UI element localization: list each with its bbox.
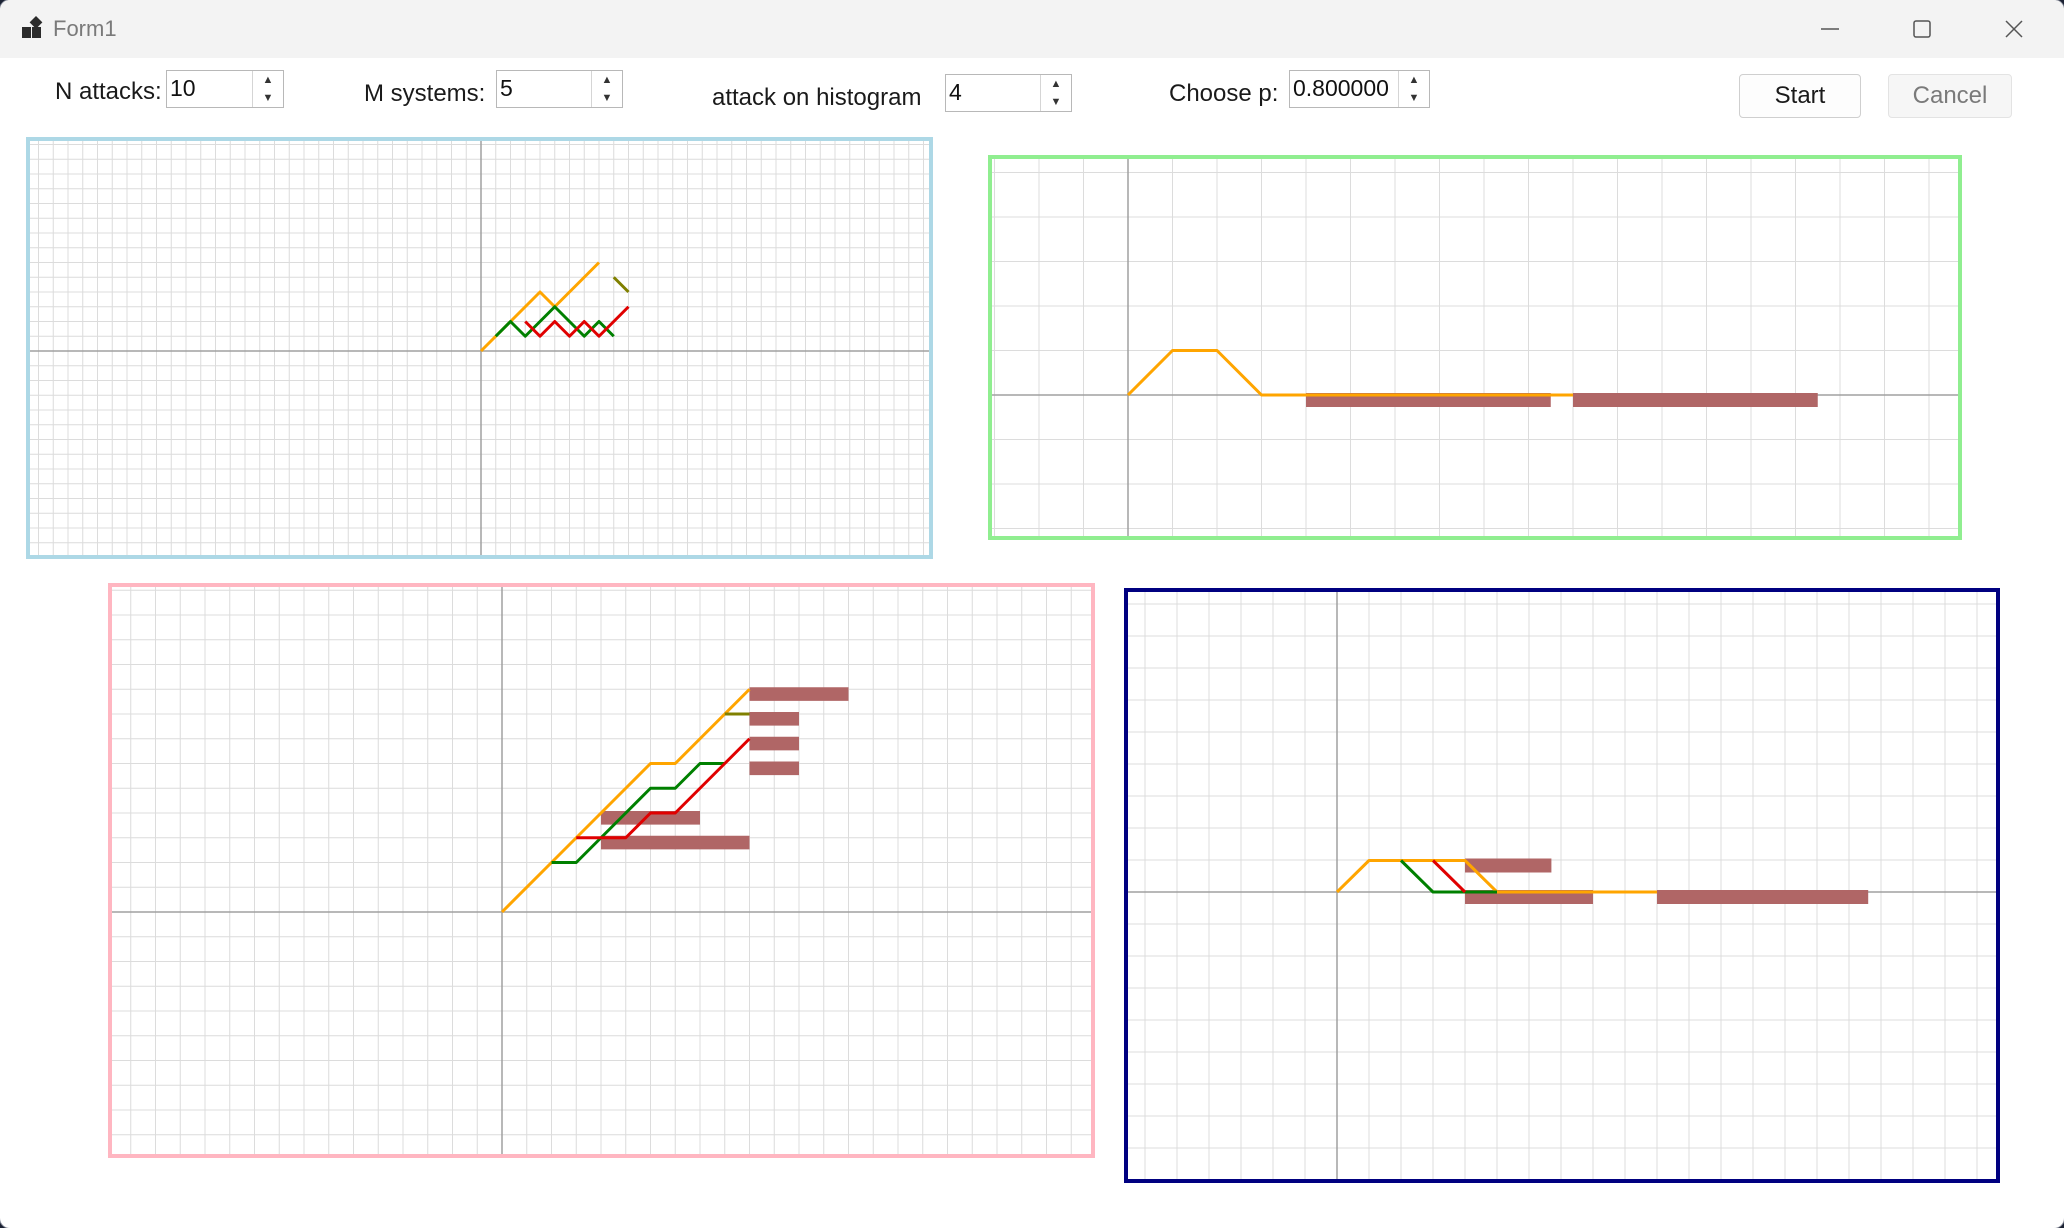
n-attacks-down-icon[interactable]: ▼ [253, 89, 283, 107]
close-icon [2005, 20, 2023, 38]
choose-p-value[interactable]: 0.800000 [1293, 75, 1389, 102]
histogram-bar [749, 687, 849, 701]
choose-p-up-icon[interactable]: ▲ [1399, 71, 1429, 89]
histogram-bar [1573, 393, 1818, 407]
series-line-4 [612, 276, 630, 294]
plot-panel-2 [988, 155, 1962, 540]
start-button[interactable]: Start [1739, 74, 1861, 118]
attack-histogram-down-icon[interactable]: ▼ [1041, 93, 1071, 111]
title-bar[interactable]: Form1 [0, 0, 2064, 58]
m-systems-up-icon[interactable]: ▲ [592, 71, 622, 89]
histogram-bar [749, 712, 799, 726]
grid [992, 159, 1958, 536]
plot-panel-4 [1124, 588, 2000, 1183]
grid [112, 587, 1091, 1154]
choose-p-spinner[interactable]: 0.800000 ▲ ▼ [1289, 70, 1430, 108]
close-button[interactable] [1968, 0, 2060, 58]
m-systems-spinner[interactable]: 5 ▲ ▼ [496, 70, 623, 108]
plot-svg-2 [992, 159, 1958, 536]
histogram-bar [749, 761, 799, 776]
cancel-button[interactable]: Cancel [1888, 74, 2012, 118]
histogram-bar [1465, 858, 1552, 873]
n-attacks-value[interactable]: 10 [170, 75, 196, 102]
maximize-button[interactable] [1876, 0, 1968, 58]
plot-panel-1 [26, 137, 933, 559]
attack-histogram-value[interactable]: 4 [949, 79, 962, 106]
attack-histogram-label: attack on histogram [712, 84, 922, 111]
m-systems-value[interactable]: 5 [500, 75, 513, 102]
plot-svg-1 [30, 141, 929, 555]
plot-svg-3 [112, 587, 1091, 1154]
attack-histogram-up-icon[interactable]: ▲ [1041, 75, 1071, 93]
m-systems-down-icon[interactable]: ▼ [592, 89, 622, 107]
n-attacks-spinner[interactable]: 10 ▲ ▼ [166, 70, 284, 108]
attack-histogram-spinner[interactable]: 4 ▲ ▼ [945, 74, 1072, 112]
app-icon [22, 16, 46, 40]
maximize-icon [1913, 20, 1931, 38]
histogram-bar [749, 736, 799, 751]
plot-panel-3 [108, 583, 1095, 1158]
grid [1128, 592, 1996, 1179]
series-line-3 [1431, 859, 1467, 894]
choose-p-label: Choose p: [1169, 80, 1279, 107]
window-title: Form1 [53, 16, 117, 41]
main-window: Form1 N attacks: 10 ▲ ▼ M systems: 5 ▲ ▼… [0, 0, 2064, 1228]
grid [30, 141, 929, 555]
minimize-button[interactable] [1784, 0, 1876, 58]
choose-p-down-icon[interactable]: ▼ [1399, 89, 1429, 107]
histogram-bar [1657, 890, 1869, 904]
minimize-icon [1821, 28, 1839, 30]
n-attacks-up-icon[interactable]: ▲ [253, 71, 283, 89]
plot-svg-4 [1128, 592, 1996, 1179]
n-attacks-label: N attacks: [55, 78, 162, 105]
m-systems-label: M systems: [364, 80, 486, 107]
